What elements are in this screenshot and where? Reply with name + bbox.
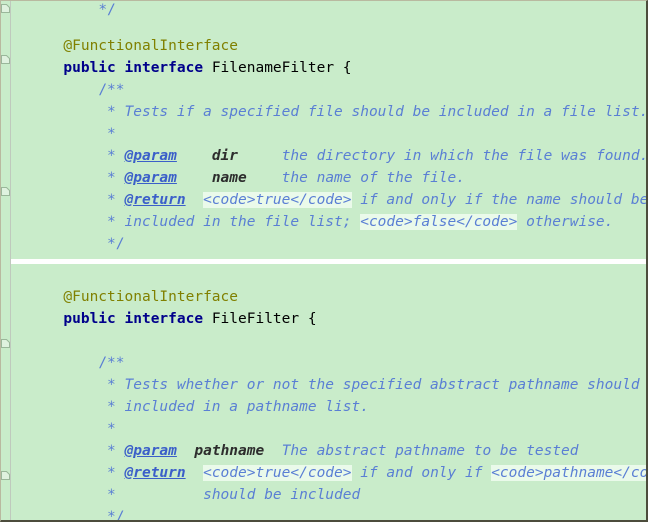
javadoc-tag-param: @param bbox=[124, 170, 177, 186]
fold-marker-collapse-1[interactable] bbox=[1, 4, 10, 13]
javadoc-close: */ bbox=[107, 236, 125, 252]
javadoc-text: if and only if the name should be bbox=[351, 192, 648, 208]
javadoc-inline-code: <code>true</code> bbox=[203, 465, 352, 481]
javadoc-star: * bbox=[107, 487, 116, 503]
keyword-public: public bbox=[63, 60, 116, 76]
javadoc-text: if and only if bbox=[351, 465, 492, 481]
javadoc-open: /** bbox=[98, 82, 125, 98]
javadoc-text: should be included bbox=[203, 487, 361, 503]
javadoc-star: * bbox=[107, 214, 125, 230]
code-line: @FunctionalInterface bbox=[11, 264, 646, 305]
javadoc-tag-return: @return bbox=[124, 465, 186, 481]
javadoc-text: * bbox=[107, 421, 116, 437]
javadoc-close: */ bbox=[107, 509, 125, 522]
javadoc-param-desc: the name of the file. bbox=[281, 170, 465, 186]
keyword-interface: interface bbox=[124, 311, 204, 327]
javadoc-param-name: pathname bbox=[194, 443, 265, 459]
javadoc-star: * bbox=[107, 192, 125, 208]
code-line: /** bbox=[11, 330, 646, 371]
javadoc-text: * included in a pathname list. bbox=[107, 399, 369, 415]
editor-gutter[interactable] bbox=[1, 1, 11, 520]
javadoc-param-desc: the directory in which the file was foun… bbox=[281, 148, 648, 164]
javadoc-text: * bbox=[107, 126, 116, 142]
annotation-functionalinterface: @FunctionalInterface bbox=[63, 38, 238, 54]
javadoc-tag-return: @return bbox=[124, 192, 186, 208]
javadoc-param-desc: The abstract pathname to be tested bbox=[281, 443, 579, 459]
javadoc-param-name: name bbox=[211, 170, 247, 186]
code-line: */ bbox=[11, 1, 646, 18]
javadoc-inline-code: <code>pathname</code> bbox=[491, 465, 646, 481]
block-divider bbox=[1, 259, 646, 264]
comment-end: */ bbox=[98, 2, 116, 18]
code-block-filefilter[interactable]: @FunctionalInterface public interface Fi… bbox=[11, 264, 648, 522]
javadoc-text: * Tests whether or not the specified abs… bbox=[107, 377, 648, 393]
javadoc-star: * bbox=[107, 443, 125, 459]
javadoc-tag-param: @param bbox=[124, 148, 177, 164]
annotation-functionalinterface: @FunctionalInterface bbox=[63, 289, 238, 305]
javadoc-text: otherwise. bbox=[517, 214, 614, 230]
keyword-interface: interface bbox=[124, 60, 204, 76]
javadoc-text: included in the file list; bbox=[124, 214, 361, 230]
code-editor-pane: */ @FunctionalInterface public interface… bbox=[0, 0, 648, 522]
javadoc-inline-code: <code>false</code> bbox=[360, 214, 518, 230]
fold-marker-collapse-4[interactable] bbox=[1, 339, 10, 348]
javadoc-star: * bbox=[107, 170, 125, 186]
fold-marker-collapse-5[interactable] bbox=[1, 471, 10, 480]
javadoc-inline-code: <code>true</code> bbox=[203, 192, 352, 208]
javadoc-open: /** bbox=[98, 355, 125, 371]
type-name-filefilter: FileFilter { bbox=[211, 311, 317, 327]
keyword-public: public bbox=[63, 311, 116, 327]
type-name-filenamefilter: FilenameFilter { bbox=[211, 60, 352, 76]
javadoc-star: * bbox=[107, 465, 125, 481]
javadoc-text: * Tests if a specified file should be in… bbox=[107, 104, 648, 120]
javadoc-param-name: dir bbox=[211, 148, 239, 164]
code-block-filenamefilter[interactable]: */ @FunctionalInterface public interface… bbox=[11, 1, 648, 296]
fold-marker-collapse-3[interactable] bbox=[1, 187, 10, 196]
javadoc-star: * bbox=[107, 148, 125, 164]
javadoc-tag-param: @param bbox=[124, 443, 177, 459]
fold-marker-collapse-2[interactable] bbox=[1, 55, 10, 64]
